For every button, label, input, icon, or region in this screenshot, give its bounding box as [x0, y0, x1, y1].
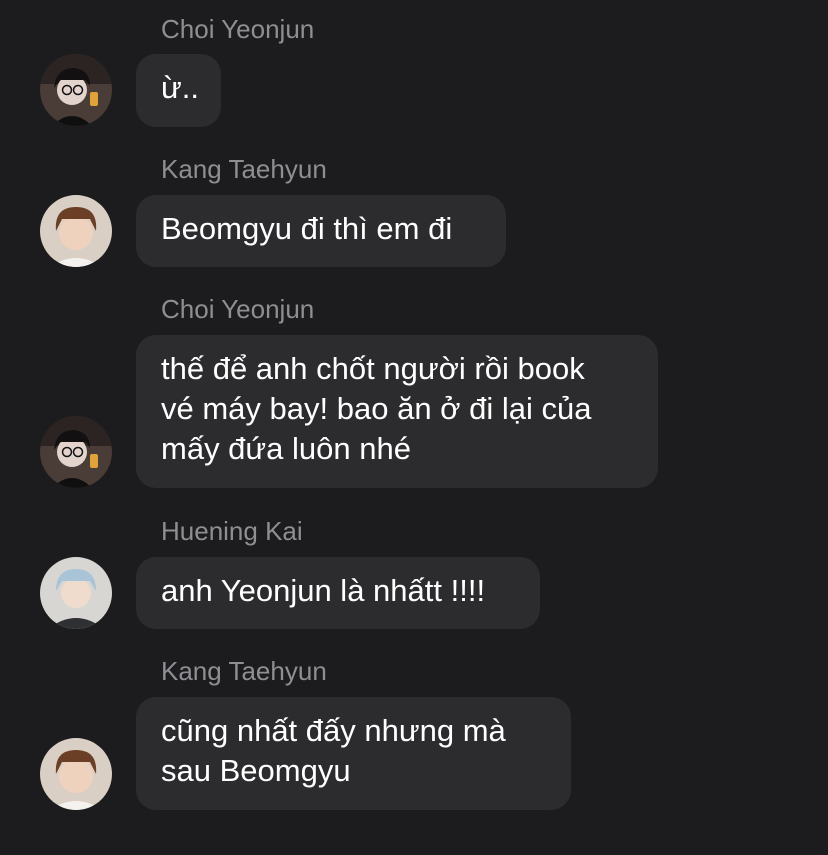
message-bubble[interactable]: thế để anh chốt người rồi book vé máy ba… — [136, 335, 658, 488]
sender-name: Kang Taehyun — [161, 656, 327, 686]
message-bubble[interactable]: anh Yeonjun là nhấtt !!!! — [136, 557, 540, 629]
message-bubble[interactable]: Beomgyu đi thì em đi — [136, 195, 506, 267]
sender-name: Huening Kai — [161, 516, 303, 546]
avatar[interactable] — [40, 195, 112, 267]
avatar[interactable] — [40, 738, 112, 810]
avatar[interactable] — [40, 557, 112, 629]
avatar[interactable] — [40, 54, 112, 126]
avatar[interactable] — [40, 416, 112, 488]
sender-name: Kang Taehyun — [161, 154, 327, 184]
sender-name: Choi Yeonjun — [161, 294, 315, 324]
message-bubble[interactable]: ừ.. — [136, 54, 221, 127]
message-bubble[interactable]: cũng nhất đấy nhưng mà sau Beomgyu — [136, 697, 571, 810]
sender-name: Choi Yeonjun — [161, 14, 315, 44]
